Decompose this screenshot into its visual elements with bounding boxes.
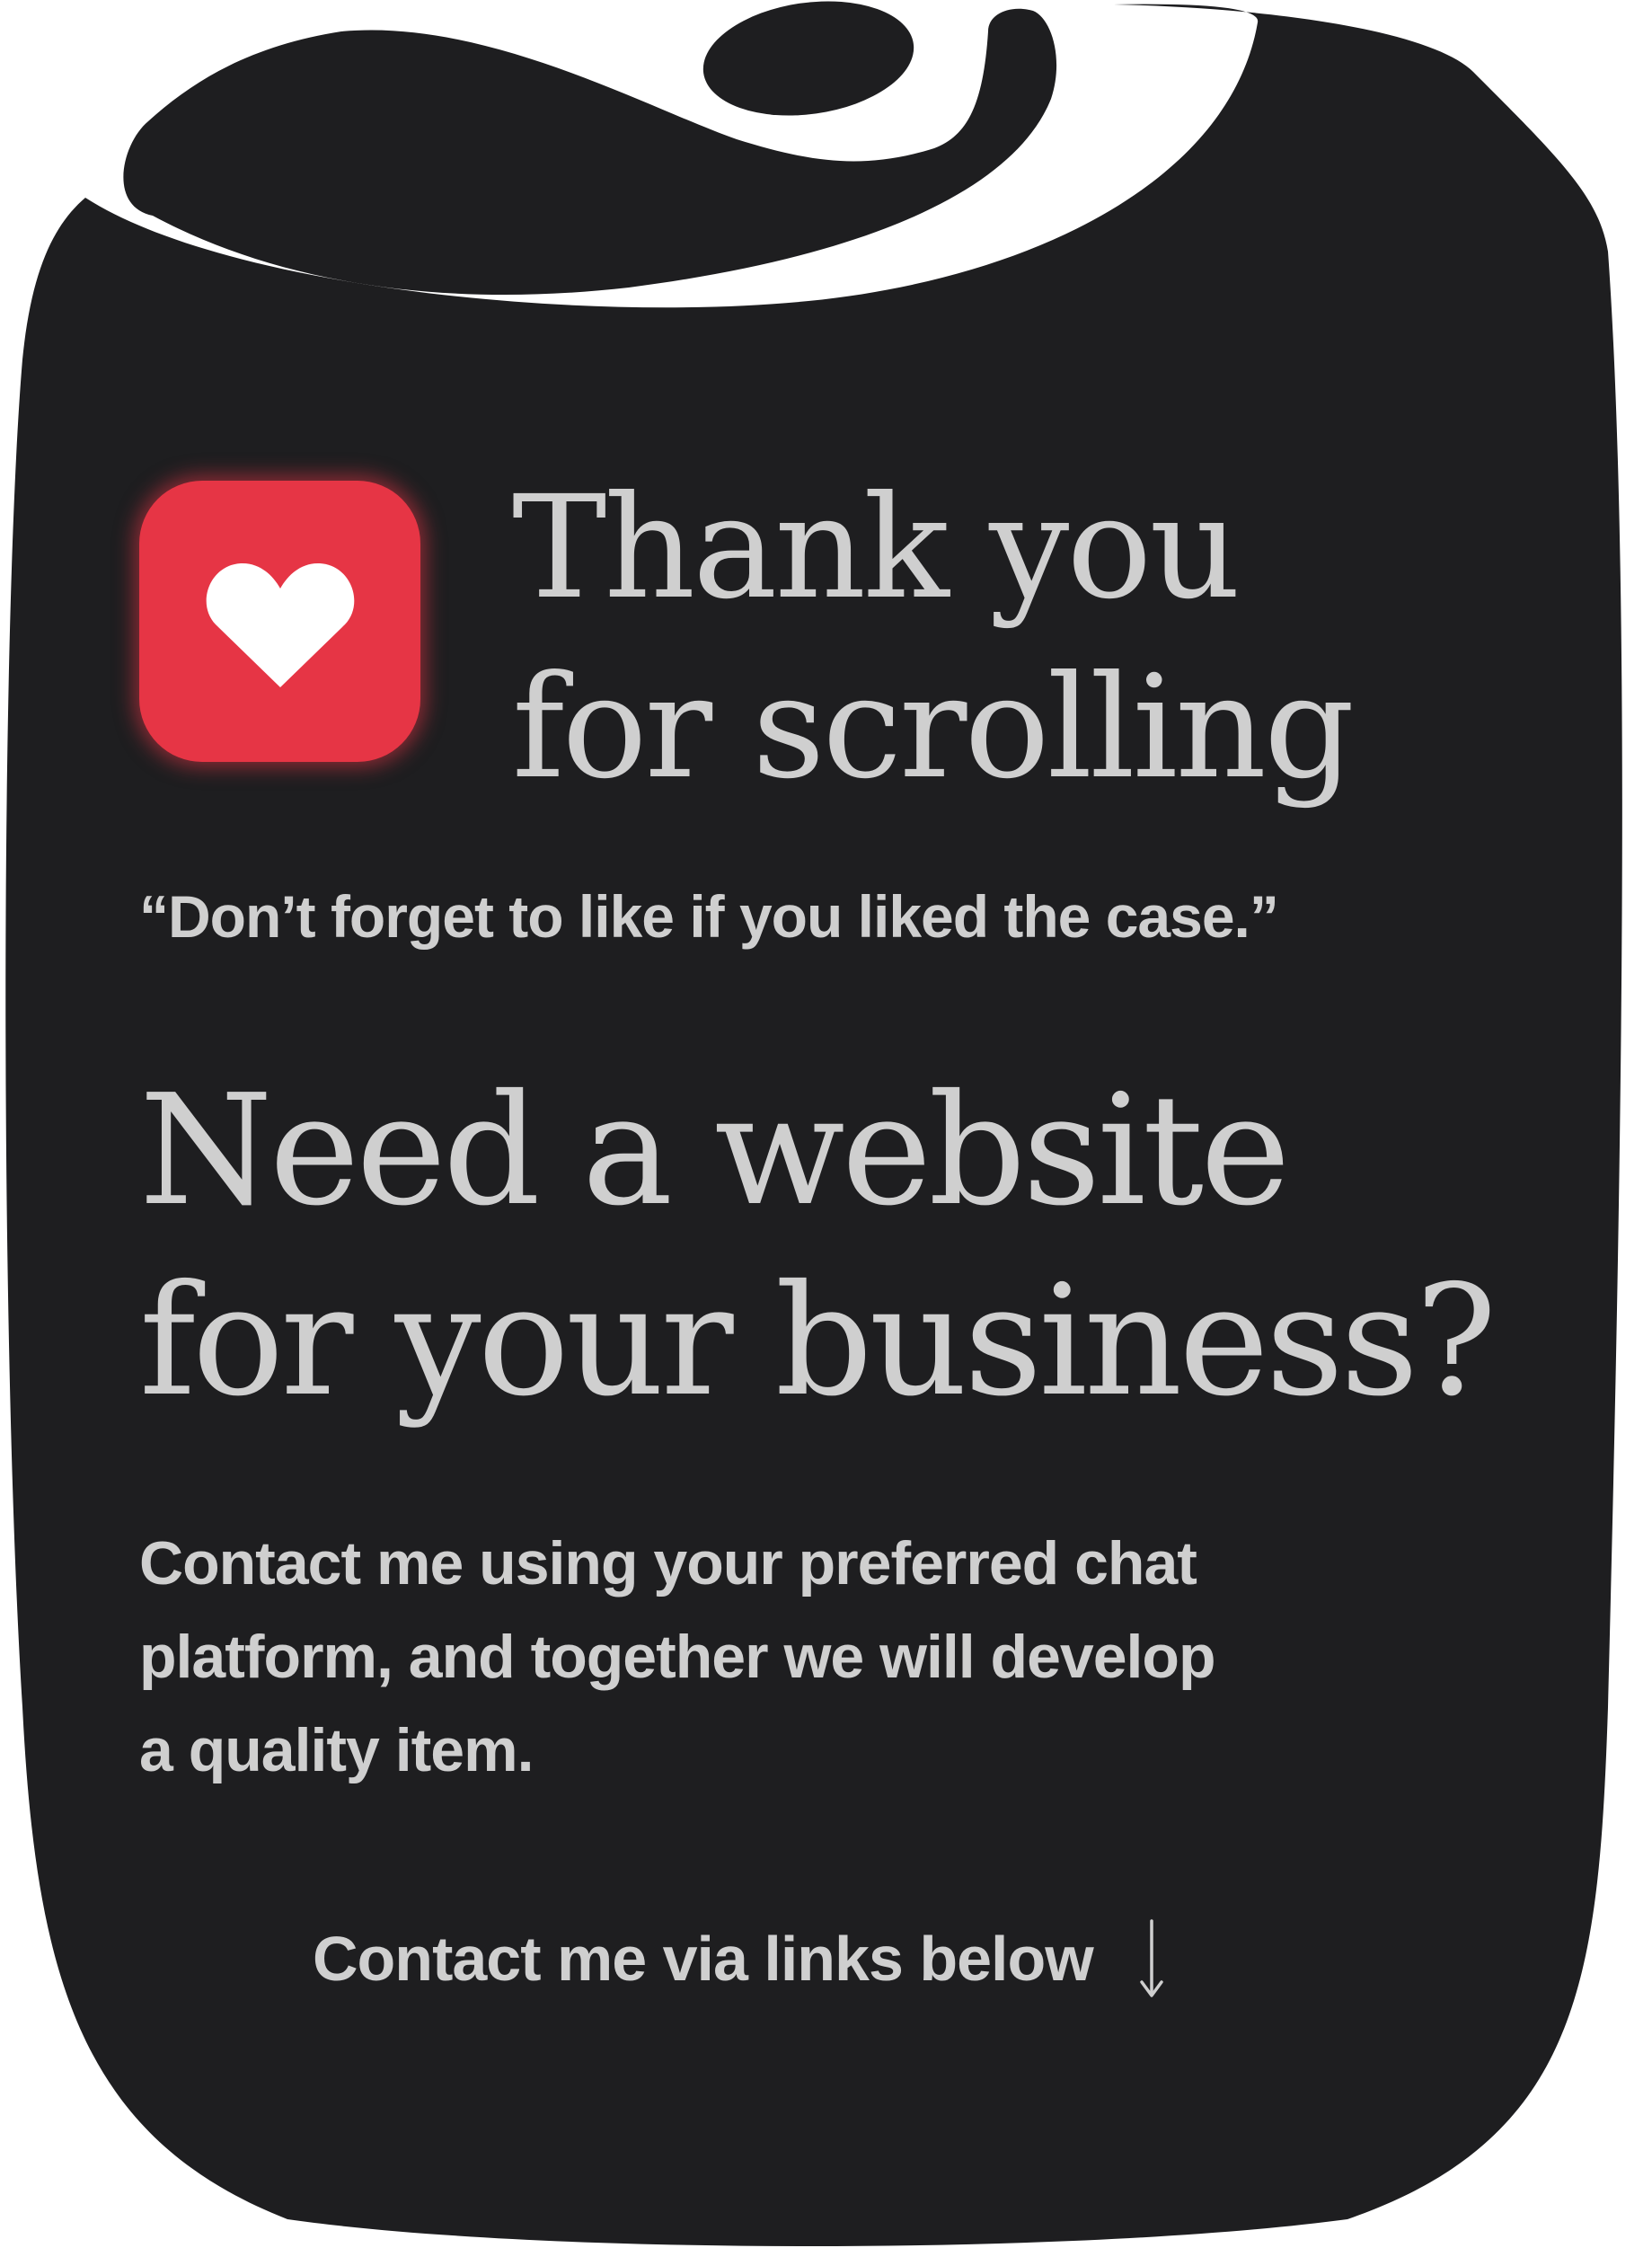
- contact-description-line-3: a quality item.: [139, 1716, 534, 1784]
- offer-headline-line-1: Need a website: [139, 1062, 1291, 1240]
- thank-you-heading: Thank you for scrolling: [512, 458, 1355, 818]
- thank-you-line-1: Thank you: [512, 465, 1241, 631]
- offer-headline: Need a website for your business?: [139, 1056, 1497, 1437]
- contact-links-cta[interactable]: Contact me via links below: [313, 1914, 1165, 2004]
- contact-description-line-2: platform, and together we will develop: [139, 1623, 1215, 1691]
- arrow-down-icon: [1139, 1919, 1163, 1997]
- thank-you-line-2: for scrolling: [512, 645, 1355, 810]
- offer-headline-line-2: for your business?: [139, 1252, 1497, 1430]
- contact-links-label: Contact me via links below: [313, 1924, 1094, 1994]
- contact-description-line-1: Contact me using your preferred chat: [139, 1529, 1197, 1597]
- like-button[interactable]: [139, 481, 420, 762]
- like-reminder-quote: “Don’t forget to like if you liked the c…: [139, 883, 1279, 950]
- heart-icon: [206, 562, 354, 687]
- thank-you-section: Thank you for scrolling “Don’t forget to…: [0, 0, 1652, 2248]
- contact-description: Contact me using your preferred chat pla…: [139, 1517, 1215, 1797]
